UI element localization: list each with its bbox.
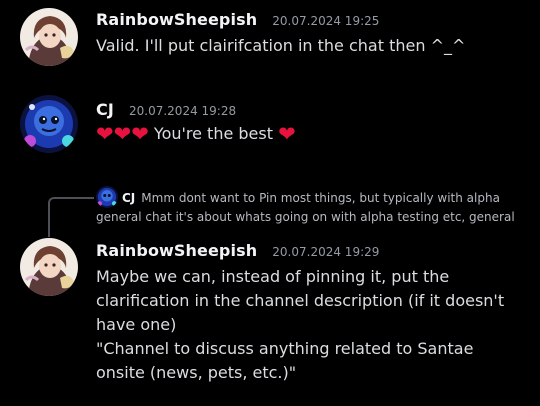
username[interactable]: RainbowSheepish: [96, 10, 257, 29]
message-text-body: You're the best: [153, 124, 274, 143]
avatar: [96, 186, 118, 208]
heart-emoji-icon: ❤: [131, 122, 149, 146]
reply-username[interactable]: CJ: [122, 191, 135, 205]
heart-emoji-icon: ❤: [278, 122, 296, 146]
reply-text: Mmm dont want to Pin most things, but ty…: [141, 191, 500, 205]
message-line: clarification in the channel description…: [96, 291, 505, 310]
avatar[interactable]: [20, 238, 78, 296]
avatar[interactable]: [20, 8, 78, 66]
blue-creature-avatar-icon: [20, 95, 78, 153]
timestamp: 20.07.2024 19:25: [272, 14, 380, 28]
message-line: Maybe we can, instead of pinning it, put…: [96, 267, 450, 286]
message-text: Valid. I'll put clairifcation in the cha…: [96, 36, 466, 55]
username[interactable]: RainbowSheepish: [96, 241, 257, 260]
heart-emoji-icon: ❤: [96, 122, 114, 146]
timestamp: 20.07.2024 19:28: [129, 104, 237, 118]
timestamp: 20.07.2024 19:29: [272, 245, 380, 259]
message-line: "Channel to discuss anything related to …: [96, 339, 474, 358]
message-item: CJ 20.07.2024 19:28 ❤❤❤ You're the best …: [0, 90, 540, 170]
anime-character-avatar-icon: [20, 8, 78, 66]
message-text: Maybe we can, instead of pinning it, put…: [96, 265, 526, 385]
message-item: RainbowSheepish 20.07.2024 19:25 Valid. …: [0, 0, 540, 80]
reply-line-2: general chat it's about whats going on w…: [96, 210, 515, 224]
message-item: RainbowSheepish 20.07.2024 19:29 Maybe w…: [0, 232, 540, 406]
blue-creature-avatar-icon: [96, 186, 118, 208]
username[interactable]: CJ: [96, 100, 114, 119]
anime-character-avatar-icon: [20, 238, 78, 296]
heart-emoji-icon: ❤: [113, 122, 132, 146]
message-text: ❤❤❤ You're the best ❤: [96, 122, 526, 146]
message-line: onsite (news, pets, etc.)": [96, 363, 297, 382]
message-line: have one): [96, 315, 177, 334]
reply-preview[interactable]: CJ Mmm dont want to Pin most things, but …: [96, 186, 526, 226]
reply-spine: [48, 197, 94, 237]
reply-line-1: CJ Mmm dont want to Pin most things, but …: [96, 186, 526, 208]
avatar[interactable]: [20, 95, 78, 153]
